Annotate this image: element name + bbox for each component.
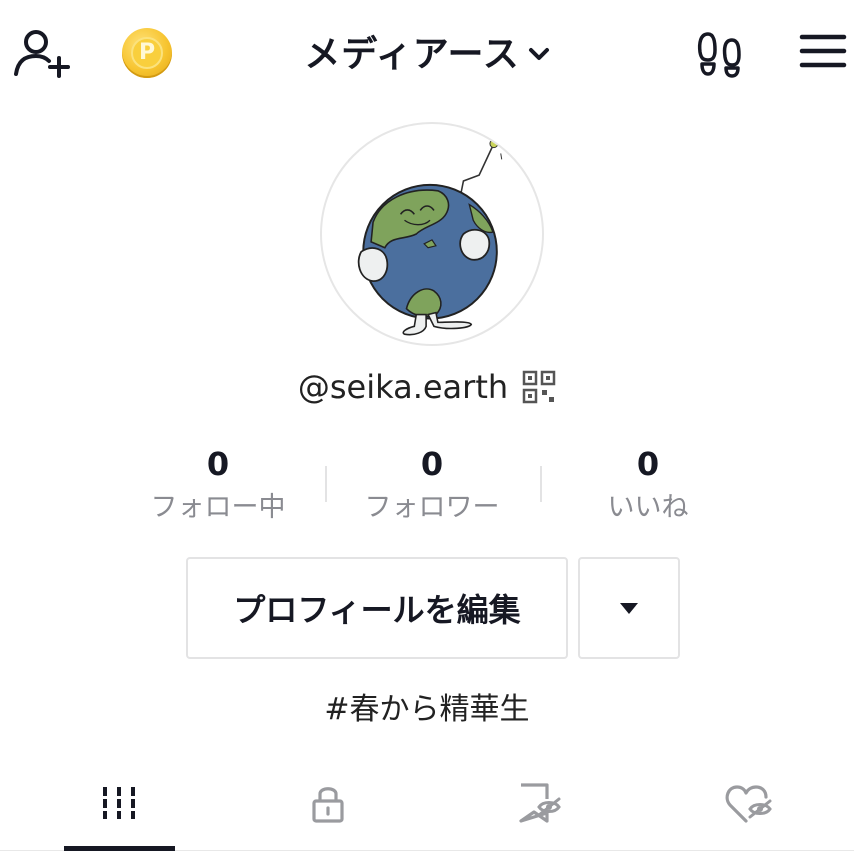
likes-label: いいね <box>607 492 689 523</box>
tab-videos[interactable] <box>64 768 174 838</box>
tab-saved[interactable] <box>484 768 594 838</box>
account-title: メディアース <box>304 34 520 75</box>
followers-label: フォロワー <box>364 492 500 523</box>
dropdown-triangle-icon <box>620 603 638 614</box>
likes-count: 0 <box>636 445 660 483</box>
menu-icon <box>799 34 847 68</box>
following-count: 0 <box>206 445 230 483</box>
tab-liked[interactable] <box>694 768 804 838</box>
stat-followers[interactable]: 0 フォロワー <box>332 444 532 526</box>
tab-private[interactable] <box>273 768 383 838</box>
avatar[interactable] <box>320 122 544 346</box>
followers-count: 0 <box>420 445 444 483</box>
grid-icon <box>103 787 135 819</box>
stat-likes[interactable]: 0 いいね <box>548 444 748 526</box>
stat-following[interactable]: 0 フォロー中 <box>118 444 318 526</box>
footprints-icon <box>697 32 741 78</box>
stat-divider <box>540 466 542 502</box>
qr-code-icon[interactable] <box>522 370 556 404</box>
menu-button[interactable] <box>796 30 848 72</box>
profile-views-button[interactable] <box>694 30 746 78</box>
edit-profile-button[interactable]: プロフィールを編集 <box>186 557 568 659</box>
active-tab-indicator <box>64 846 175 851</box>
following-label: フォロー中 <box>150 492 286 523</box>
bookmark-hidden-icon <box>519 783 561 823</box>
stat-divider <box>325 466 327 502</box>
heart-hidden-icon <box>725 785 772 823</box>
lock-icon <box>312 787 344 823</box>
username-handle: @seika.earth <box>297 368 509 406</box>
chevron-down-icon <box>528 48 549 60</box>
more-options-button[interactable] <box>578 557 680 659</box>
earth-character-avatar <box>357 139 503 336</box>
handle-row: @seika.earth <box>0 362 854 412</box>
bio-row: #春から精華生 <box>0 684 854 730</box>
bio-text: #春から精華生 <box>324 692 530 727</box>
